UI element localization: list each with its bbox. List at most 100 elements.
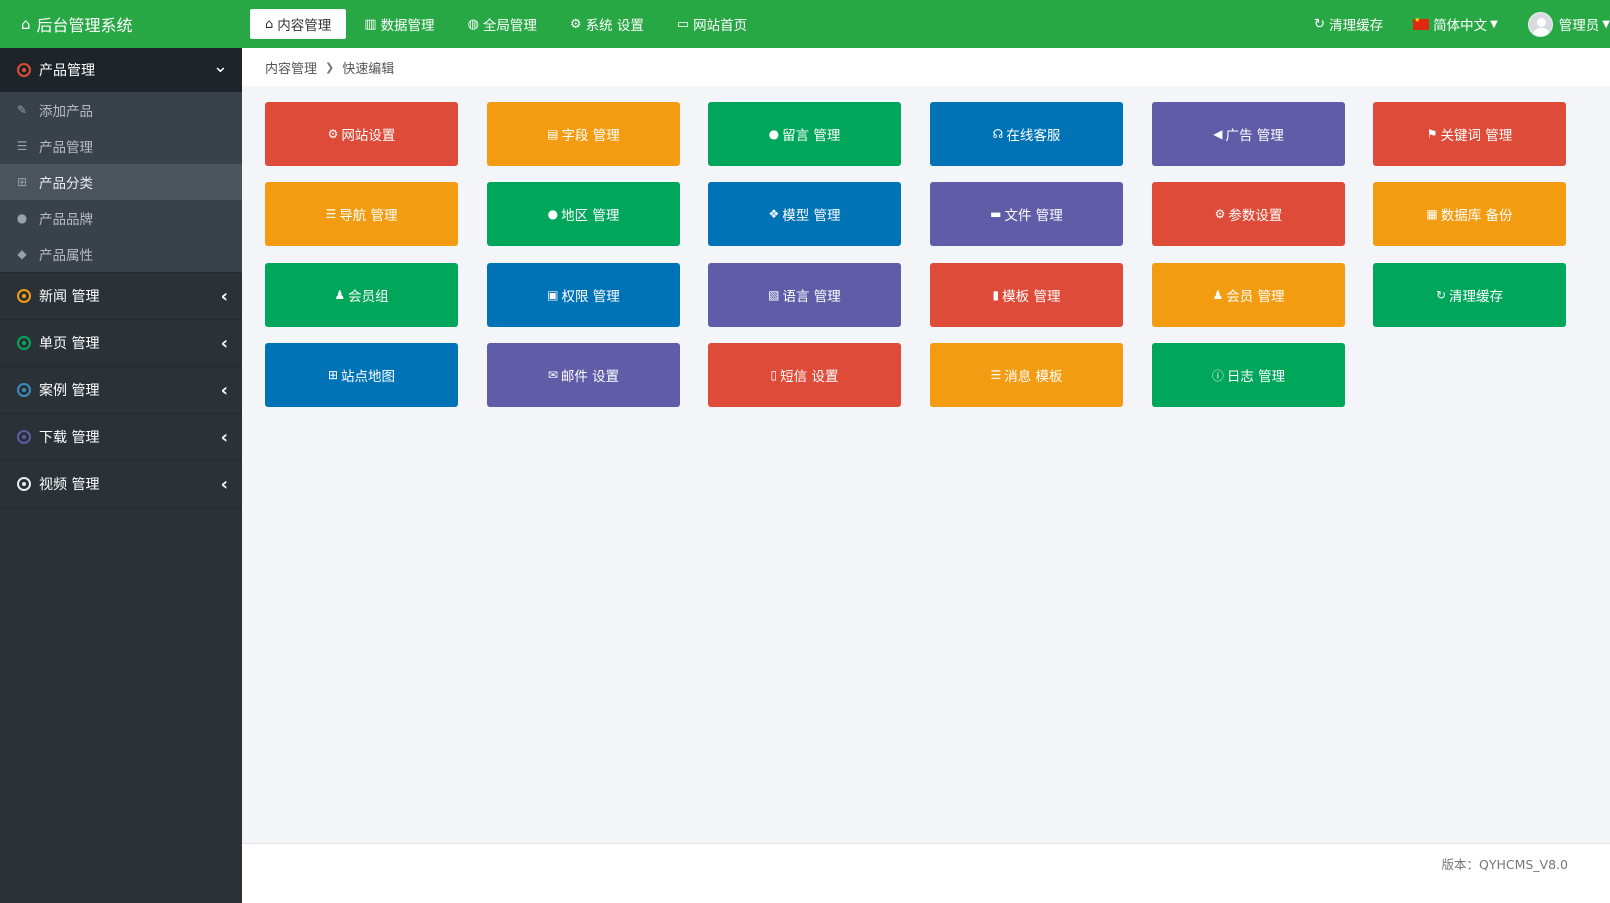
quick-tile[interactable]: ♟ 会员 管理	[1152, 263, 1345, 327]
top-nav-item[interactable]: ◍ 全局管理	[453, 9, 552, 39]
quick-tile[interactable]: ↻ 清理缓存	[1373, 263, 1566, 327]
sidebar-group-label: 产品管理	[39, 63, 95, 79]
mobile-icon: ▯	[770, 368, 778, 382]
china-flag-icon	[1413, 16, 1430, 30]
sidebar-item-label: 产品属性	[39, 248, 93, 264]
language-label: 简体中文	[1433, 18, 1488, 34]
sidebar-group-header[interactable]: 视频 管理 ‹	[0, 461, 242, 507]
quick-tile-label: 短信 设置	[780, 369, 839, 385]
edit-icon: ✎	[16, 103, 28, 117]
quick-tile[interactable]: ⚑ 关键词 管理	[1373, 102, 1566, 166]
top-nav-item[interactable]: ▭ 网站首页	[662, 9, 762, 39]
quick-tile[interactable]: ⊞ 站点地图	[265, 343, 458, 407]
quick-tile-label: 模型 管理	[782, 208, 841, 224]
version-text: 版本：QYHCMS_V8.0	[1441, 857, 1568, 872]
top-nav-item[interactable]: ⚙ 系统 设置	[555, 9, 659, 39]
user-menu[interactable]: 管理员 ▼	[1527, 11, 1610, 37]
sidebar-item[interactable]: ● 产品品牌	[0, 200, 242, 236]
sidebar-item[interactable]: ⊞ 产品分类	[0, 164, 242, 200]
user-name: 管理员	[1558, 18, 1600, 34]
chevron-left-icon: ‹	[220, 379, 228, 401]
quick-tile-label: 模板 管理	[1002, 289, 1061, 305]
refresh-icon: ↻	[1313, 16, 1326, 32]
quick-tile[interactable]: ● 地区 管理	[487, 182, 680, 246]
quick-tile-label: 关键词 管理	[1440, 128, 1513, 144]
circle-dot-icon	[17, 336, 31, 350]
clear-cache-label: 清理缓存	[1329, 18, 1384, 34]
gear-icon: ⚙	[327, 127, 339, 141]
top-nav-item[interactable]: ▥ 数据管理	[349, 9, 449, 39]
globe-icon: ◍	[467, 16, 479, 32]
quick-tile[interactable]: ❖ 模型 管理	[708, 182, 901, 246]
quick-tile[interactable]: ☰ 消息 模板	[930, 343, 1123, 407]
sidebar-group-header[interactable]: 产品管理 ⌄	[0, 48, 242, 92]
quick-tile[interactable]: ✉ 邮件 设置	[487, 343, 680, 407]
chevron-left-icon: ‹	[220, 285, 228, 307]
quick-tile-label: 网站设置	[341, 128, 396, 144]
sidebar-item-label: 产品分类	[39, 176, 93, 192]
bullhorn-icon: ◀	[1213, 127, 1223, 141]
top-nav-item[interactable]: ⌂ 内容管理	[250, 9, 347, 39]
cubes-icon: ❖	[768, 207, 780, 221]
quick-tile[interactable]: ▯ 短信 设置	[708, 343, 901, 407]
quick-tile-label: 权限 管理	[561, 289, 620, 305]
file-icon: ▮	[992, 288, 1000, 302]
top-bar: ⌂ 后台管理系统 ⌂ 内容管理 ▥ 数据管理 ◍ 全局管理 ⚙ 系统 设置 ▭ 网站首页 ↻ 清理…	[0, 0, 1610, 48]
language-dropdown[interactable]: 简体中文 ▼	[1413, 14, 1498, 34]
quick-tile-label: 语言 管理	[782, 289, 841, 305]
quick-tile-label: 参数设置	[1228, 208, 1283, 224]
sidebar-item-label: 产品管理	[39, 140, 93, 156]
top-nav-label: 全局管理	[482, 18, 537, 34]
language-icon: ▧	[768, 288, 780, 302]
circle-dot-icon	[17, 289, 31, 303]
quick-tile[interactable]: ⚙ 网站设置	[265, 102, 458, 166]
envelope-icon: ✉	[547, 368, 558, 382]
quick-tile[interactable]: ● 留言 管理	[708, 102, 901, 166]
quick-tile-label: 站点地图	[341, 369, 396, 385]
quick-tile-label: 地区 管理	[561, 208, 620, 224]
sidebar-group-header[interactable]: 新闻 管理 ‹	[0, 273, 242, 319]
sidebar-group-header[interactable]: 案例 管理 ‹	[0, 367, 242, 413]
circle-dot-icon	[17, 383, 31, 397]
sidebar-group-header[interactable]: 下载 管理 ‹	[0, 414, 242, 460]
quick-tile-label: 数据库 备份	[1440, 208, 1513, 224]
quick-tile[interactable]: ▬ 文件 管理	[930, 182, 1123, 246]
sidebar-item[interactable]: ☰ 产品管理	[0, 128, 242, 164]
info-circle-icon: ⓘ	[1211, 368, 1224, 383]
quick-tile-label: 清理缓存	[1449, 289, 1504, 305]
quick-tile-label: 导航 管理	[339, 208, 398, 224]
sidebar-group-header[interactable]: 单页 管理 ‹	[0, 320, 242, 366]
quick-tile[interactable]: ▤ 字段 管理	[487, 102, 680, 166]
quick-tile[interactable]: ⓘ 日志 管理	[1152, 343, 1345, 407]
quick-tile[interactable]: ▣ 权限 管理	[487, 263, 680, 327]
sidebar-item-label: 产品品牌	[39, 212, 93, 228]
home-icon: ⌂	[21, 15, 31, 33]
quick-tile[interactable]: ▧ 语言 管理	[708, 263, 901, 327]
clear-cache-button[interactable]: ↻ 清理缓存	[1314, 14, 1383, 34]
sidebar-item-label: 添加产品	[39, 104, 93, 120]
flag-icon: ⚑	[1426, 127, 1438, 141]
sidebar-group: 产品管理 ⌄ ✎ 添加产品 ☰ 产品管理 ⊞ 产品分类 ● 产品品牌 ◆ 产品属性	[0, 48, 242, 273]
quick-tile[interactable]: ☰ 导航 管理	[265, 182, 458, 246]
quick-tile[interactable]: ◀ 广告 管理	[1152, 102, 1345, 166]
folder-icon: ▬	[990, 207, 1002, 221]
quick-tile[interactable]: ☊ 在线客服	[930, 102, 1123, 166]
sidebar-group-label: 新闻 管理	[39, 289, 100, 305]
quick-tile[interactable]: ♟ 会员组	[265, 263, 458, 327]
sitemap-icon: ⊞	[16, 175, 28, 189]
sidebar-group: 新闻 管理 ‹	[0, 273, 242, 320]
breadcrumb-parent[interactable]: 内容管理	[265, 58, 317, 77]
list-ul-icon: ☰	[990, 368, 1002, 382]
home-icon: ⌂	[265, 16, 274, 32]
quick-tile[interactable]: ⚙ 参数设置	[1152, 182, 1345, 246]
quick-tile[interactable]: ▮ 模板 管理	[930, 263, 1123, 327]
sidebar-item[interactable]: ◆ 产品属性	[0, 236, 242, 272]
brand[interactable]: ⌂ 后台管理系统	[0, 0, 242, 48]
sidebar-item[interactable]: ✎ 添加产品	[0, 92, 242, 128]
avatar	[1527, 11, 1553, 37]
quick-tile-label: 留言 管理	[782, 128, 841, 144]
refresh-icon: ↻	[1435, 288, 1447, 302]
cogs-icon: ⚙	[569, 16, 582, 32]
quick-tile-label: 广告 管理	[1225, 128, 1284, 144]
quick-tile[interactable]: ▦ 数据库 备份	[1373, 182, 1566, 246]
